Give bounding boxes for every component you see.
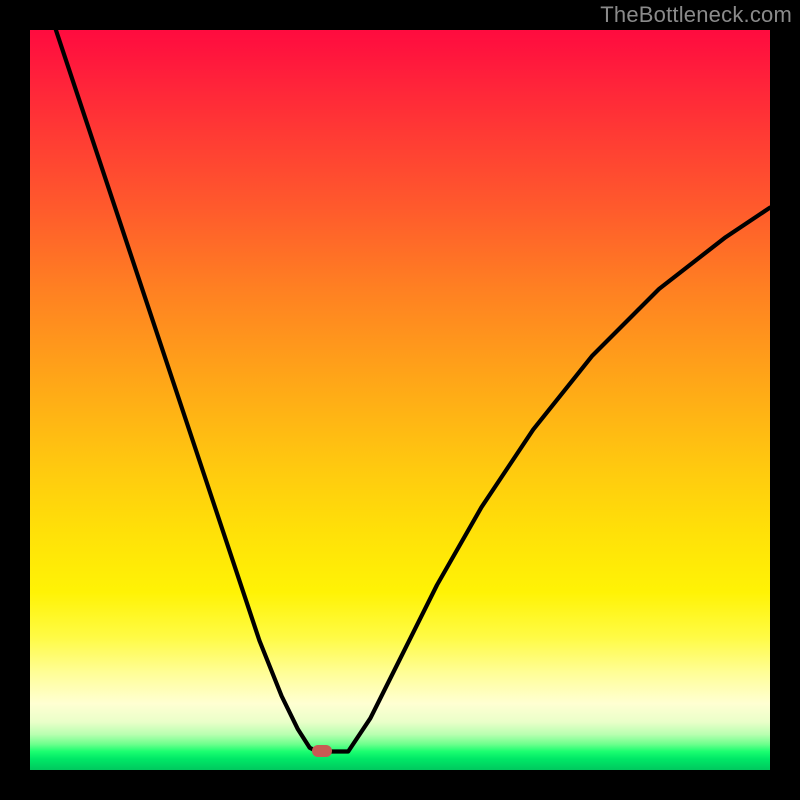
chart-frame: TheBottleneck.com <box>0 0 800 800</box>
optimal-marker <box>312 745 332 757</box>
bottleneck-curve <box>56 30 770 752</box>
plot-area <box>30 30 770 770</box>
curve-svg <box>30 30 770 770</box>
watermark-text: TheBottleneck.com <box>600 2 792 28</box>
